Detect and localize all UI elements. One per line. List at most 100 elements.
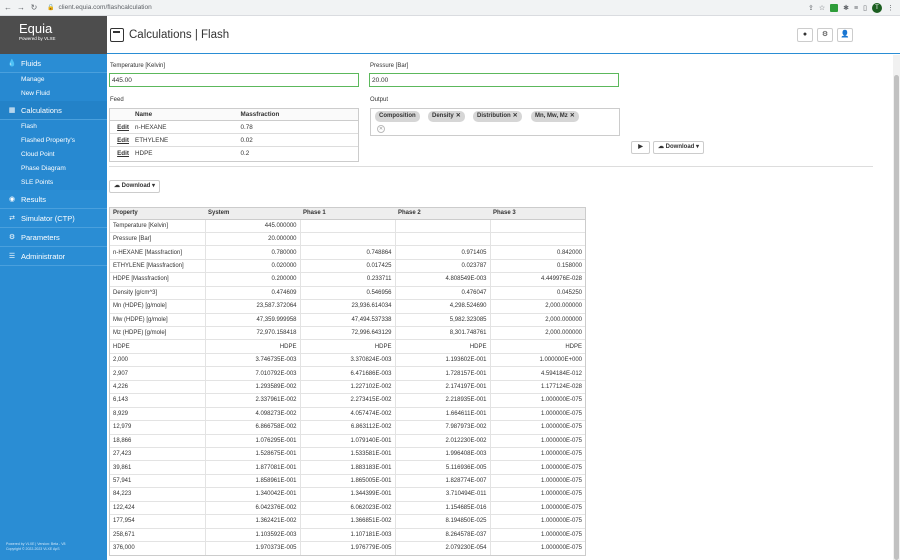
edit-link[interactable]: Edit: [110, 133, 132, 147]
value-cell: 1.664611E-001: [394, 406, 490, 421]
value-cell: 0.476047: [394, 285, 490, 300]
table-row: 376,000 1.970373E-005 1.976779E-005 2.07923…: [110, 540, 585, 555]
value-cell: 0.474609: [204, 285, 300, 300]
caret-down-icon: ▾: [152, 183, 156, 189]
property-cell: Mz (HDPE) [g/mole]: [110, 325, 205, 340]
sidebar-item-results[interactable]: ◉ Results: [0, 190, 107, 209]
feed-name: ETHYLENE: [132, 133, 238, 147]
chip-label: Composition: [379, 113, 416, 119]
chip-distribution[interactable]: Distribution ✕: [473, 111, 522, 122]
reload-icon[interactable]: ↻: [29, 3, 39, 12]
sidebar-item-new-fluid[interactable]: New Fluid: [0, 87, 107, 101]
value-cell: 1.000000E-075: [489, 446, 585, 461]
value-cell: 1.528675E-001: [204, 446, 300, 461]
scrollbar-thumb[interactable]: [894, 75, 899, 560]
flash-form: Temperature [Kelvin] 445.00 Pressure [Ba…: [107, 55, 893, 560]
value-cell: 1.000000E-075: [489, 500, 585, 515]
edit-link[interactable]: Edit: [110, 120, 132, 134]
sidebar-item-calculations[interactable]: ▦ Calculations: [0, 101, 107, 120]
value-cell: 3.746735E-003: [204, 352, 300, 367]
output-select[interactable]: Composition Density ✕ Distribution ✕ Mn, M…: [370, 108, 620, 136]
property-cell: 2,000: [110, 352, 205, 367]
value-cell: 1.728157E-001: [394, 366, 490, 381]
cloud-download-icon: ☁: [114, 183, 120, 189]
property-cell: ETHYLENE [Massfraction]: [110, 258, 205, 273]
value-cell: 2,000.000000: [489, 312, 585, 327]
download-dropdown-results[interactable]: ☁ Download ▾: [109, 180, 161, 193]
url-text: client.equia.com/flashcalculation: [58, 4, 152, 11]
droplet-icon[interactable]: ●: [797, 28, 813, 42]
remove-icon[interactable]: ✕: [570, 113, 575, 119]
clear-icon[interactable]: ✕: [377, 125, 385, 133]
chip-label: Distribution: [477, 113, 511, 119]
value-cell: [299, 218, 395, 233]
value-cell: 72,970.158418: [204, 325, 300, 340]
value-cell: 6.062023E-002: [299, 500, 395, 515]
sidebar-item-simulator[interactable]: ⇄ Simulator (CTP): [0, 209, 107, 228]
user-icon[interactable]: 👤: [837, 28, 853, 42]
value-cell: 1.000000E-075: [489, 420, 585, 434]
table-row: 2,907 7.010792E-003 6.471686E-003 1.728157E…: [110, 366, 585, 381]
sidebar-item-sle-points[interactable]: SLE Points: [0, 176, 107, 190]
table-row: 27,423 1.528675E-001 1.533581E-001 1.996408…: [110, 446, 585, 461]
property-cell: 39,861: [110, 460, 205, 475]
chip-mn-mw-mz[interactable]: Mn, Mw, Mz ✕: [531, 111, 579, 122]
bookmark-star-icon[interactable]: ☆: [819, 4, 825, 12]
property-cell: 84,223: [110, 487, 205, 502]
table-row: 8,929 4.098273E-002 4.057474E-002 1.664611E…: [110, 406, 585, 421]
caret-down-icon: ▾: [696, 144, 700, 150]
value-cell: 8,301.748761: [394, 325, 490, 340]
value-cell: 1.000000E+000: [489, 352, 585, 367]
chip-composition[interactable]: Composition: [375, 111, 420, 122]
sidebar-item-manage[interactable]: Manage: [0, 73, 107, 87]
value-cell: 2.218935E-001: [394, 393, 490, 408]
remove-icon[interactable]: ✕: [456, 113, 461, 119]
feed-table: Name Massfraction Edit n-HEXANE 0.78 Edi…: [109, 108, 359, 162]
property-cell: Pressure [Bar]: [110, 231, 205, 246]
download-dropdown-top[interactable]: ☁ Download ▾: [653, 141, 705, 154]
back-icon[interactable]: ←: [3, 3, 13, 12]
run-button[interactable]: ▶: [631, 141, 650, 154]
page-title: Calculations | Flash: [129, 28, 230, 41]
temperature-input[interactable]: 445.00: [109, 73, 359, 87]
sidebar-item-administrator[interactable]: ☰ Administrator: [0, 247, 107, 266]
property-cell: 122,424: [110, 500, 205, 515]
media-icon[interactable]: ≡: [854, 5, 858, 12]
sidebar-item-phase-diagram[interactable]: Phase Diagram: [0, 162, 107, 176]
menu-kebab-icon[interactable]: ⋮: [887, 4, 894, 12]
value-cell: 4,298.524690: [394, 299, 490, 314]
sidebar-item-flashed-property[interactable]: Flashed Property's: [0, 134, 107, 148]
remove-icon[interactable]: ✕: [513, 113, 518, 119]
sidepanel-icon[interactable]: ▯: [863, 4, 867, 12]
main-area: Calculations | Flash ● ⚙ 👤 Temperature […: [107, 16, 900, 560]
browser-toolbar: ← → ↻ 🔒 client.equia.com/flashcalculatio…: [0, 0, 900, 16]
pressure-input[interactable]: 20.00: [369, 73, 619, 87]
value-cell: 0.200000: [204, 272, 300, 287]
table-row: 122,424 6.042376E-002 6.062023E-002 1.15468…: [110, 500, 585, 515]
feed-label: Feed: [110, 97, 124, 103]
value-cell: 1.865005E-001: [299, 473, 395, 488]
gear-icon[interactable]: ⚙: [817, 28, 833, 42]
page-scrollbar[interactable]: [893, 55, 900, 560]
address-bar[interactable]: 🔒 client.equia.com/flashcalculation: [47, 4, 152, 11]
property-cell: 177,954: [110, 514, 205, 529]
property-cell: Temperature [Kelvin]: [110, 218, 205, 233]
value-cell: [394, 231, 490, 246]
extension-icon[interactable]: [830, 4, 839, 12]
value-cell: 1.344399E-001: [299, 487, 395, 502]
edit-link[interactable]: Edit: [110, 146, 132, 160]
puzzle-icon[interactable]: ✱: [843, 4, 849, 12]
chip-density[interactable]: Density ✕: [428, 111, 465, 122]
value-cell: 6.866758E-002: [204, 420, 300, 434]
share-icon[interactable]: ⇪: [808, 4, 814, 12]
sidebar-item-cloud-point[interactable]: Cloud Point: [0, 148, 107, 162]
profile-avatar[interactable]: T: [872, 3, 882, 13]
page-header: Calculations | Flash ● ⚙ 👤: [107, 16, 900, 54]
sidebar-item-fluids[interactable]: 💧 Fluids: [0, 54, 107, 73]
forward-icon[interactable]: →: [16, 3, 26, 12]
play-icon: ▶: [638, 144, 643, 150]
sidebar-item-flash[interactable]: Flash: [0, 120, 107, 134]
sidebar-item-parameters[interactable]: ⚙ Parameters: [0, 228, 107, 247]
sidebar-item-label: Results: [21, 194, 47, 204]
brand-logo[interactable]: Equia Powered by VLXE: [0, 16, 107, 54]
